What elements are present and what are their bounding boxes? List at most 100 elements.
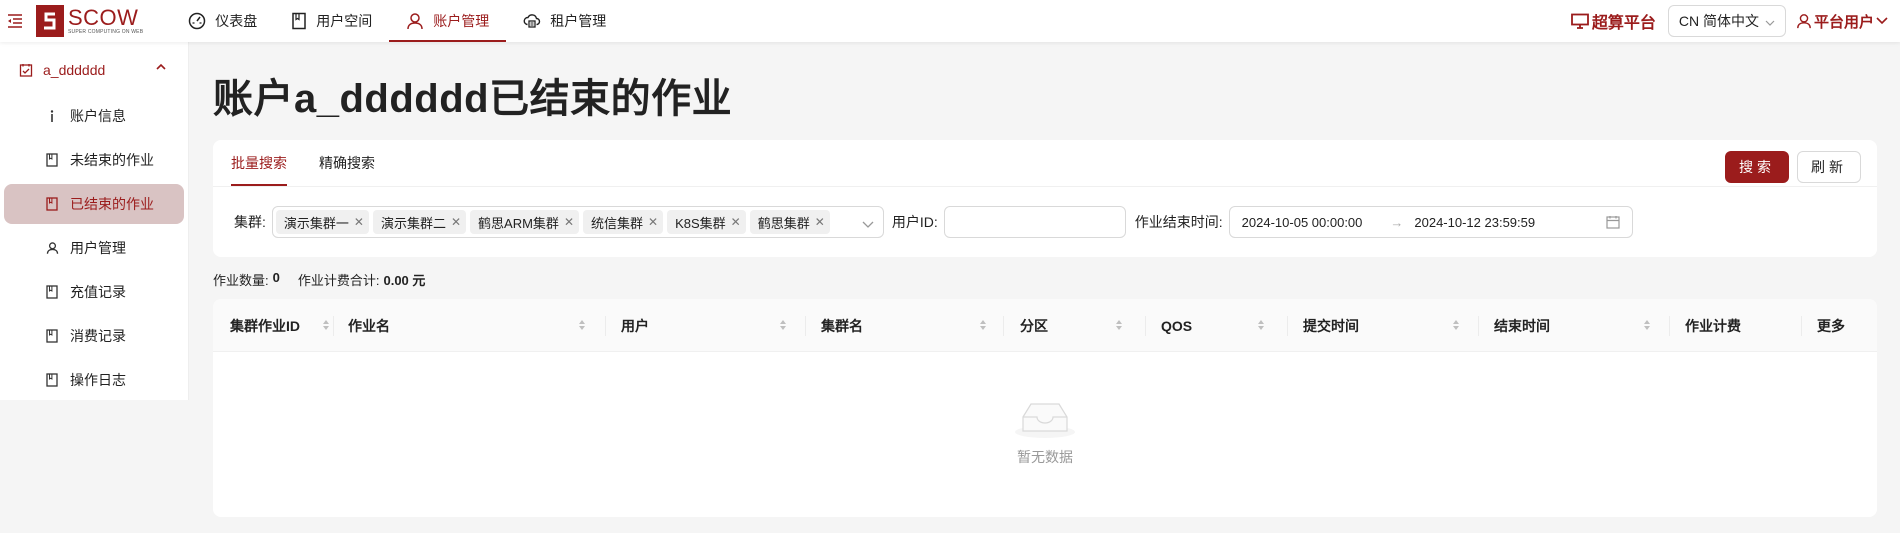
chevron-up-icon (156, 63, 166, 70)
cluster-tag: 统信集群 ✕ (583, 210, 664, 234)
cluster-label: 集群: (234, 214, 266, 230)
sidebar: a_dddddd 账户信息 未结束的作业 已结束的作业 用户管理 充值记录 消费… (0, 42, 189, 533)
column-header-submit-time[interactable]: 提交时间 (1303, 299, 1459, 352)
chevron-down-icon (1765, 13, 1775, 29)
logo-name: SCOW (68, 4, 139, 30)
close-icon[interactable]: ✕ (451, 215, 461, 229)
sidebar-item-operation-logs[interactable]: 操作日志 (4, 360, 184, 400)
logo[interactable]: SCOW SUPER COMPUTING ON WEB (36, 0, 143, 42)
column-header-job-id[interactable]: 集群作业ID (230, 299, 329, 352)
arrow-right-icon: → (1390, 214, 1404, 230)
chevron-down-icon[interactable] (862, 216, 874, 232)
sort-icon[interactable] (1643, 319, 1651, 331)
empty-box-icon (1015, 403, 1075, 438)
job-count-label: 作业数量: (213, 273, 269, 288)
end-time-range-picker[interactable]: 2024-10-05 00:00:00 → 2024-10-12 23:59:5… (1228, 206, 1633, 238)
sidebar-item-running-jobs[interactable]: 未结束的作业 (4, 140, 184, 180)
column-header-end-time[interactable]: 结束时间 (1494, 299, 1650, 352)
sidebar-item-recharge-records[interactable]: 充值记录 (4, 272, 184, 312)
sidebar-item-account-info[interactable]: 账户信息 (4, 96, 184, 136)
sidebar-item-label: 用户管理 (70, 240, 126, 256)
user-id-input[interactable] (943, 206, 1126, 238)
sidebar-group-label: a_dddddd (43, 62, 106, 78)
sidebar-item-label: 未结束的作业 (70, 152, 154, 168)
sort-icon[interactable] (1115, 319, 1123, 331)
nav-tenant-management[interactable]: 租户管理 (506, 0, 623, 42)
refresh-button[interactable]: 刷新 (1797, 151, 1861, 183)
user-id-label: 用户ID: (891, 214, 938, 230)
user-icon (1797, 14, 1811, 29)
language-select[interactable]: CN 简体中文 (1667, 5, 1786, 37)
sidebar-item-consumption-records[interactable]: 消费记录 (4, 316, 184, 356)
table-header: 集群作业ID 作业名 用户 集群名 分区 QOS 提交时间 结束时间 作业计费 … (213, 299, 1877, 352)
column-header-job-name[interactable]: 作业名 (348, 299, 585, 352)
sort-icon[interactable] (1257, 319, 1265, 331)
sidebar-item-user-management[interactable]: 用户管理 (4, 228, 184, 268)
platform-link[interactable]: 超算平台 (1570, 9, 1656, 33)
tabs-divider (213, 186, 1877, 187)
range-start[interactable]: 2024-10-05 00:00:00 (1242, 215, 1363, 230)
sidebar-item-finished-jobs[interactable]: 已结束的作业 (4, 184, 184, 224)
nav-account-management[interactable]: 账户管理 (389, 0, 507, 42)
user-menu[interactable]: 平台用户 (1794, 11, 1890, 32)
calendar-icon (1606, 215, 1620, 232)
cluster-tag-label: 演示集群一 (283, 215, 349, 231)
book-icon (44, 329, 60, 343)
cluster-tag-label: 鹤思ARM集群 (478, 215, 559, 231)
column-label: 作业名 (348, 317, 390, 334)
sidebar-item-label: 充值记录 (70, 284, 126, 300)
chevron-down-icon (1876, 17, 1888, 25)
column-label: 作业计费 (1685, 317, 1741, 334)
top-header: SCOW SUPER COMPUTING ON WEB 仪表盘 用户空间 账户管… (0, 0, 1900, 42)
tab-batch-search[interactable]: 批量搜索 (231, 140, 287, 186)
column-header-more: 更多 (1817, 299, 1845, 352)
search-button[interactable]: 搜索 (1725, 151, 1789, 183)
close-icon[interactable]: ✕ (564, 215, 574, 229)
book-icon (44, 285, 60, 299)
sidebar-item-label: 账户信息 (70, 108, 126, 124)
cost-total-label: 作业计费合计: (297, 273, 380, 288)
range-end[interactable]: 2024-10-12 23:59:59 (1414, 215, 1535, 230)
close-icon[interactable]: ✕ (731, 215, 741, 229)
job-summary: 作业数量: 0 作业计费合计: 0.00 元 (213, 270, 443, 289)
close-icon[interactable]: ✕ (815, 215, 825, 229)
empty-state: 暂无数据 (213, 397, 1877, 467)
sidebar-group-account[interactable]: a_dddddd (0, 48, 188, 92)
sort-icon[interactable] (322, 319, 330, 331)
desktop-icon (1570, 13, 1589, 29)
search-card: 批量搜索 精确搜索 搜索 刷新 集群: 演示集群一 ✕ 演示集群二 ✕ 鹤思ARM集… (213, 140, 1877, 257)
column-header-cluster[interactable]: 集群名 (821, 299, 986, 352)
end-time-label: 作业结束时间: (1134, 214, 1223, 230)
page-title: 账户a_dddddd已结束的作业 (213, 77, 733, 121)
info-icon (44, 110, 60, 122)
column-header-partition[interactable]: 分区 (1020, 299, 1122, 352)
menu-fold-icon[interactable] (0, 0, 30, 42)
close-icon[interactable]: ✕ (648, 215, 658, 229)
cloud-server-icon (523, 14, 541, 28)
cluster-tag-label: 统信集群 (591, 215, 644, 231)
cluster-tag: 鹤思集群 ✕ (749, 210, 830, 234)
nav-dashboard[interactable]: 仪表盘 (171, 0, 274, 42)
tab-exact-search[interactable]: 精确搜索 (319, 140, 375, 186)
sort-icon[interactable] (578, 319, 586, 331)
close-icon[interactable]: ✕ (354, 215, 364, 229)
column-label: 更多 (1817, 317, 1845, 334)
sort-icon[interactable] (979, 319, 987, 331)
sidebar-item-label: 已结束的作业 (70, 196, 154, 212)
logo-subtitle: SUPER COMPUTING ON WEB (68, 28, 144, 35)
cluster-multiselect[interactable]: 演示集群一 ✕ 演示集群二 ✕ 鹤思ARM集群 ✕ 统信集群 ✕ K8S集群 ✕ 鹤思集群… (271, 206, 884, 238)
column-header-user[interactable]: 用户 (621, 299, 786, 352)
column-separator (1478, 316, 1479, 336)
dashboard-icon (189, 12, 206, 30)
column-label: 提交时间 (1303, 317, 1359, 334)
column-header-qos[interactable]: QOS (1161, 299, 1264, 352)
column-header-job-cost: 作业计费 (1685, 299, 1741, 352)
column-separator (1287, 316, 1288, 336)
column-separator (1003, 316, 1004, 336)
column-separator (605, 316, 606, 336)
sort-icon[interactable] (779, 319, 787, 331)
nav-user-space[interactable]: 用户空间 (274, 0, 389, 42)
sort-icon[interactable] (1452, 319, 1460, 331)
cluster-tag-label: 演示集群二 (380, 215, 446, 231)
nav-user-space-label: 用户空间 (316, 13, 373, 29)
